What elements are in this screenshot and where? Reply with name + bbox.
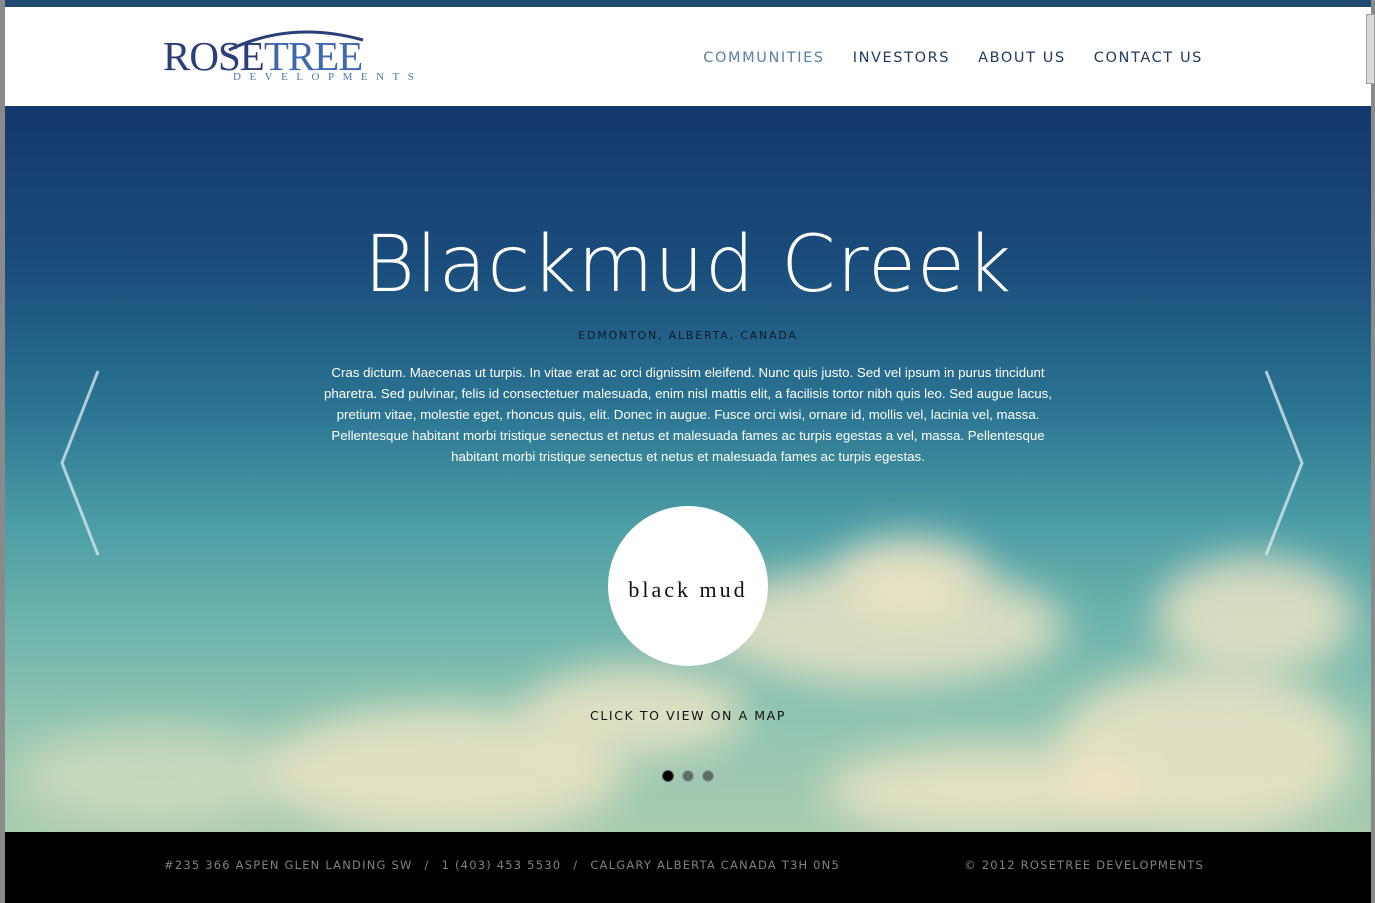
footer-city: CALGARY ALBERTA CANADA T3H 0N5	[590, 858, 841, 872]
site-footer: #235 366 ASPEN GLEN LANDING SW / 1 (403) 4…	[5, 832, 1371, 903]
site-header: ROSETREE DEVELOPMENTS COMMUNITIES INVEST…	[5, 7, 1371, 106]
nav-contact-us[interactable]: CONTACT US	[1094, 50, 1203, 66]
logo-tagline: DEVELOPMENTS	[233, 71, 423, 83]
slider-dot-2[interactable]	[682, 770, 694, 782]
cloud-shape	[1155, 556, 1355, 676]
cloud-shape	[15, 726, 295, 826]
footer-separator: /	[573, 858, 579, 872]
footer-phone: 1 (403) 453 5530	[441, 858, 562, 872]
hero-title: Blackmud Creek	[363, 220, 1013, 310]
footer-address: #235 366 ASPEN GLEN LANDING SW	[164, 858, 413, 872]
hero-description: Cras dictum. Maecenas ut turpis. In vita…	[323, 365, 1053, 464]
slider-pagination	[662, 770, 714, 782]
window-scrollbar[interactable]	[1366, 14, 1375, 84]
cloud-shape	[825, 746, 1145, 832]
community-badge-button[interactable]: black mud	[608, 506, 768, 666]
hero-location: EDMONTON, ALBERTA, CANADA	[578, 329, 798, 342]
chevron-left-icon[interactable]	[58, 368, 103, 558]
nav-investors[interactable]: INVESTORS	[853, 50, 950, 66]
main-nav: COMMUNITIES INVESTORS ABOUT US CONTACT U…	[703, 50, 1203, 66]
browser-viewport: ROSETREE DEVELOPMENTS COMMUNITIES INVEST…	[5, 0, 1371, 903]
chevron-right-icon[interactable]	[1261, 368, 1306, 558]
view-map-link[interactable]: CLICK TO VIEW ON A MAP	[5, 708, 1371, 723]
slider-dot-1[interactable]	[662, 770, 674, 782]
rosetree-logo[interactable]: ROSETREE DEVELOPMENTS	[163, 24, 417, 86]
footer-separator: /	[424, 858, 430, 872]
footer-copyright: © 2012 ROSETREE DEVELOPMENTS	[964, 858, 1204, 872]
nav-about-us[interactable]: ABOUT US	[978, 50, 1066, 66]
community-badge-label: black mud	[628, 577, 748, 602]
footer-contact-info: #235 366 ASPEN GLEN LANDING SW / 1 (403) 4…	[164, 858, 840, 872]
top-accent-strip	[5, 0, 1371, 7]
cloud-shape	[835, 536, 985, 616]
hero-slider: Blackmud Creek EDMONTON, ALBERTA, CANADA…	[5, 106, 1371, 832]
slider-dot-3[interactable]	[702, 770, 714, 782]
nav-communities[interactable]: COMMUNITIES	[703, 50, 824, 66]
